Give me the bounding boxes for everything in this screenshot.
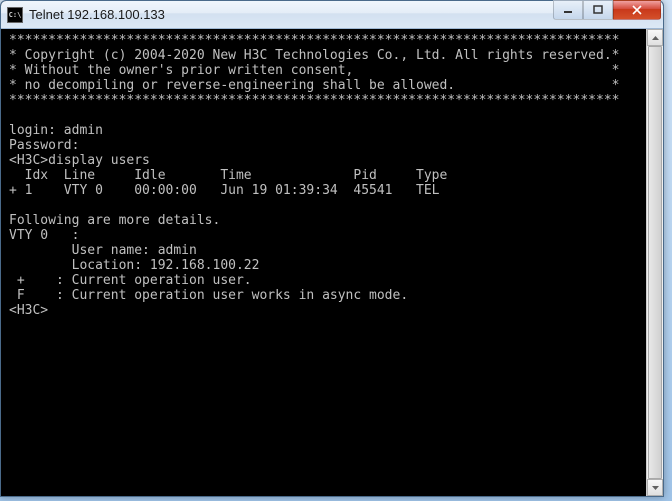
user-line: User name: admin [9,243,197,258]
minimize-button[interactable] [553,0,583,20]
chevron-down-icon [652,486,659,490]
minimize-icon [563,5,573,15]
table-header: Idx Line Idle Time Pid Type [9,168,447,183]
copyright-line-2: * Without the owner's prior written cons… [9,63,619,78]
terminal-output[interactable]: ****************************************… [7,29,657,490]
banner-line: ****************************************… [9,93,619,108]
login-prompt: login: admin [9,123,103,138]
maximize-button[interactable] [583,0,613,20]
location-line: Location: 192.168.100.22 [9,258,259,273]
close-icon [631,5,643,15]
maximize-icon [593,5,603,15]
scroll-up-button[interactable] [647,29,663,46]
titlebar[interactable]: C:\ Telnet 192.168.100.133 [1,1,663,29]
shell-prompt: <H3C> [9,303,48,318]
command-line: <H3C>display users [9,153,150,168]
scroll-down-button[interactable] [647,479,663,496]
app-icon: C:\ [7,7,23,23]
banner-line: ****************************************… [9,33,619,48]
copyright-line-3: * no decompiling or reverse-engineering … [9,78,619,93]
details-header: Following are more details. [9,213,220,228]
legend-plus: + : Current operation user. [9,273,252,288]
vty-line: VTY 0 : [9,228,79,243]
close-button[interactable] [613,0,661,20]
window-controls [553,1,661,20]
vertical-scrollbar[interactable] [646,29,663,496]
table-row: + 1 VTY 0 00:00:00 Jun 19 01:39:34 45541… [9,183,439,198]
scrollbar-thumb[interactable] [648,46,662,479]
telnet-window: C:\ Telnet 192.168.100.133 *************… [0,0,664,497]
legend-f: F : Current operation user works in asyn… [9,288,408,303]
scrollbar-track[interactable] [647,46,663,479]
copyright-line-1: * Copyright (c) 2004-2020 New H3C Techno… [9,48,619,63]
password-prompt: Password: [9,138,79,153]
chevron-up-icon [652,36,659,40]
